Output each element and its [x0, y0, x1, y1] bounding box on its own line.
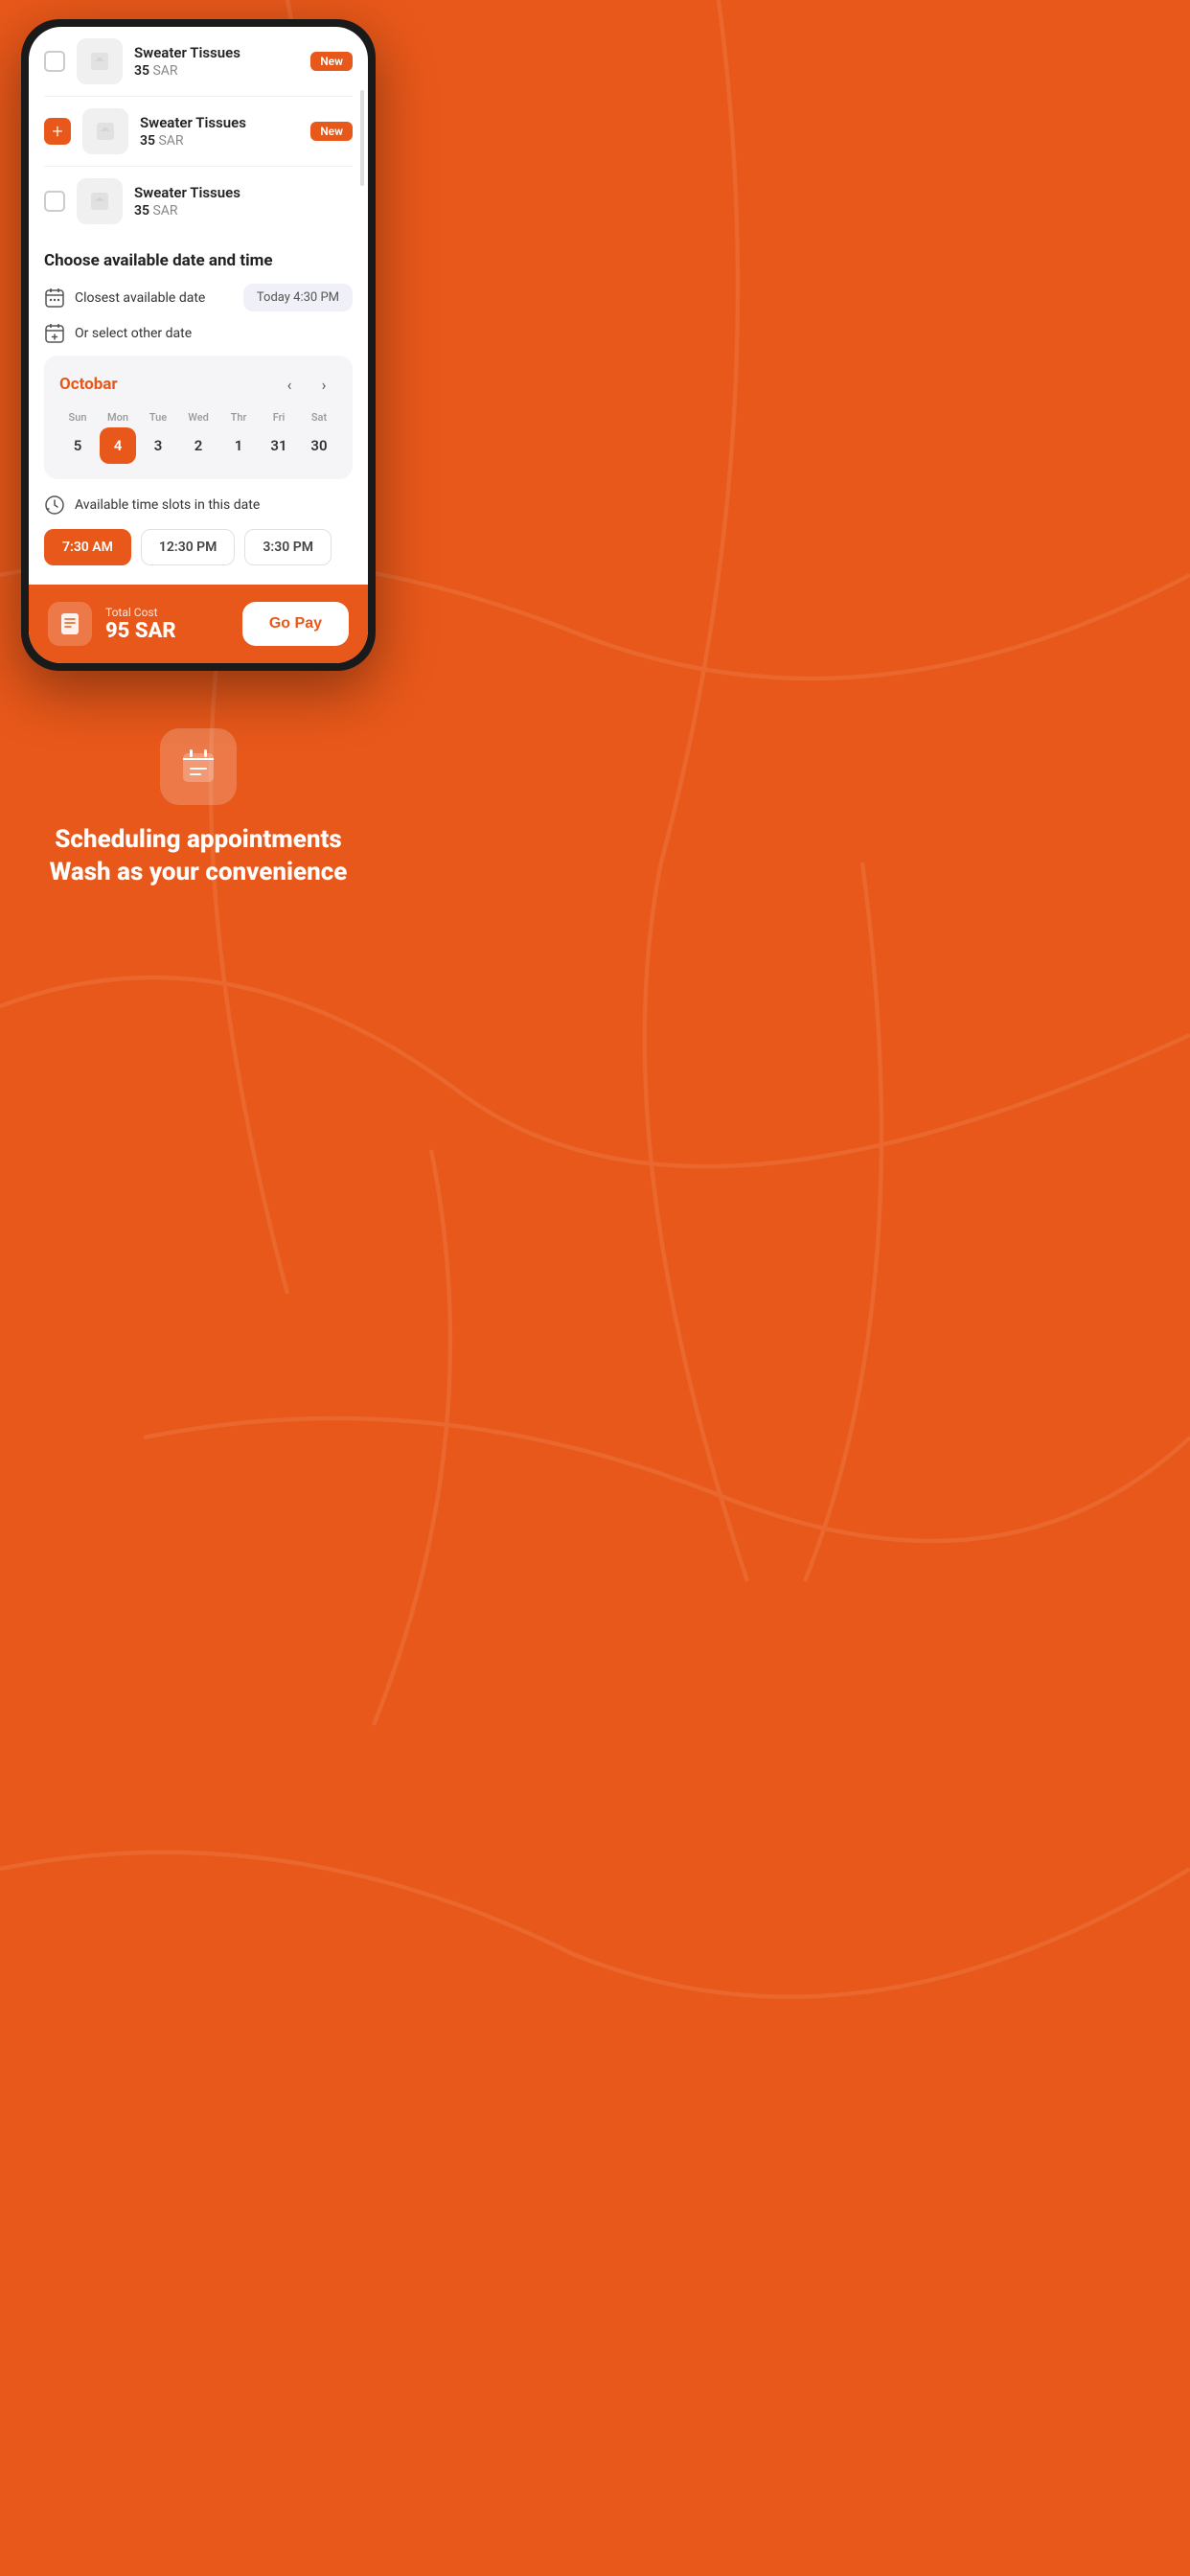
promo-icon [160, 728, 237, 805]
product-info: Sweater Tissues 35 SAR [134, 44, 299, 79]
schedule-icon [177, 746, 219, 788]
day-number[interactable]: 3 [140, 427, 176, 464]
calendar-icon [44, 288, 65, 309]
promo-line1: Scheduling appointments [50, 824, 348, 857]
phone-frame: Sweater Tissues 35 SAR New + [21, 19, 376, 671]
promo-line2: Wash as your convenience [50, 857, 348, 889]
day-number[interactable]: 31 [261, 427, 297, 464]
footer-bar: Total Cost 95 SAR Go Pay [29, 585, 368, 663]
go-pay-button[interactable]: Go Pay [242, 602, 349, 646]
list-item: Sweater Tissues 35 SAR [44, 167, 353, 236]
calendar-day-col: Fri 31 [261, 411, 297, 464]
product-thumbnail [82, 108, 128, 154]
calendar-month: Octobar [59, 375, 118, 394]
time-slots-label: Available time slots in this date [44, 494, 353, 516]
day-name: Fri [273, 411, 286, 424]
day-number[interactable]: 4 [100, 427, 136, 464]
closest-date-row: Closest available date Today 4:30 PM [44, 284, 353, 311]
day-name: Sat [311, 411, 327, 424]
calendar-header: Octobar ‹ › [59, 371, 337, 398]
calendar-day-col: Mon 4 [100, 411, 136, 464]
total-cost-value: 95 SAR [105, 619, 176, 643]
calendar-day-col: Sun 5 [59, 411, 96, 464]
day-name: Thr [231, 411, 247, 424]
product-name: Sweater Tissues [134, 44, 299, 61]
product-name: Sweater Tissues [134, 184, 353, 201]
total-cost-label: Total Cost [105, 606, 176, 619]
product-price: 35 SAR [134, 203, 353, 218]
calendar-day-col: Tue 3 [140, 411, 176, 464]
calendar-plus-icon [44, 323, 65, 344]
cost-area: Total Cost 95 SAR [48, 602, 176, 646]
list-item: + Sweater Tissues 35 SAR New [44, 97, 353, 167]
time-slot[interactable]: 12:30 PM [141, 529, 236, 565]
day-number[interactable]: 5 [59, 427, 96, 464]
day-number[interactable]: 2 [180, 427, 217, 464]
product-price: 35 SAR [140, 133, 299, 149]
cost-text: Total Cost 95 SAR [105, 606, 176, 643]
day-name: Wed [188, 411, 209, 424]
date-time-section: Choose available date and time [29, 236, 368, 479]
calendar-navigation: ‹ › [276, 371, 337, 398]
section-title: Choose available date and time [44, 251, 353, 270]
time-section: Available time slots in this date 7:30 A… [29, 494, 368, 585]
day-name: Sun [69, 411, 87, 424]
product-info: Sweater Tissues 35 SAR [140, 114, 299, 149]
add-item-button[interactable]: + [44, 118, 71, 145]
other-date-label: Or select other date [44, 323, 192, 344]
clock-icon [44, 494, 65, 516]
new-badge: New [310, 52, 353, 71]
promo-area: Scheduling appointments Wash as your con… [0, 700, 397, 937]
product-thumbnail [77, 38, 123, 84]
list-item: Sweater Tissues 35 SAR New [44, 27, 353, 97]
time-slot[interactable]: 7:30 AM [44, 529, 131, 565]
calendar-day-col: Wed 2 [180, 411, 217, 464]
calendar-day-col: Thr 1 [220, 411, 257, 464]
item-checkbox[interactable] [44, 191, 65, 212]
time-slot[interactable]: 3:30 PM [244, 529, 332, 565]
phone-inner: Sweater Tissues 35 SAR New + [29, 27, 368, 663]
scrollbar [360, 90, 364, 186]
promo-text: Scheduling appointments Wash as your con… [50, 824, 348, 889]
product-thumbnail [77, 178, 123, 224]
calendar-day-col: Sat 30 [301, 411, 337, 464]
next-month-button[interactable]: › [310, 371, 337, 398]
product-info: Sweater Tissues 35 SAR [134, 184, 353, 218]
item-checkbox[interactable] [44, 51, 65, 72]
product-name: Sweater Tissues [140, 114, 299, 131]
closest-date-label: Closest available date [44, 288, 205, 309]
closest-date-value[interactable]: Today 4:30 PM [243, 284, 353, 311]
calendar-days-grid: Sun 5 Mon 4 Tue 3 Wed 2 Thr 1 Fri 31 Sat 30 [59, 411, 337, 464]
prev-month-button[interactable]: ‹ [276, 371, 303, 398]
calendar-widget: Octobar ‹ › Sun5Mon4Tue3Wed2Thr1Fri31Sat… [44, 356, 353, 479]
product-price: 35 SAR [134, 63, 299, 79]
other-date-row[interactable]: Or select other date [44, 323, 353, 344]
day-number[interactable]: 1 [220, 427, 257, 464]
new-badge: New [310, 122, 353, 141]
phone-screen: Sweater Tissues 35 SAR New + [29, 27, 368, 663]
time-slots-container: 7:30 AM 12:30 PM3:30 PM [44, 529, 353, 565]
receipt-icon [57, 610, 83, 637]
day-number[interactable]: 30 [301, 427, 337, 464]
cost-icon [48, 602, 92, 646]
day-name: Mon [107, 411, 128, 424]
day-name: Tue [149, 411, 167, 424]
product-list: Sweater Tissues 35 SAR New + [29, 27, 368, 236]
